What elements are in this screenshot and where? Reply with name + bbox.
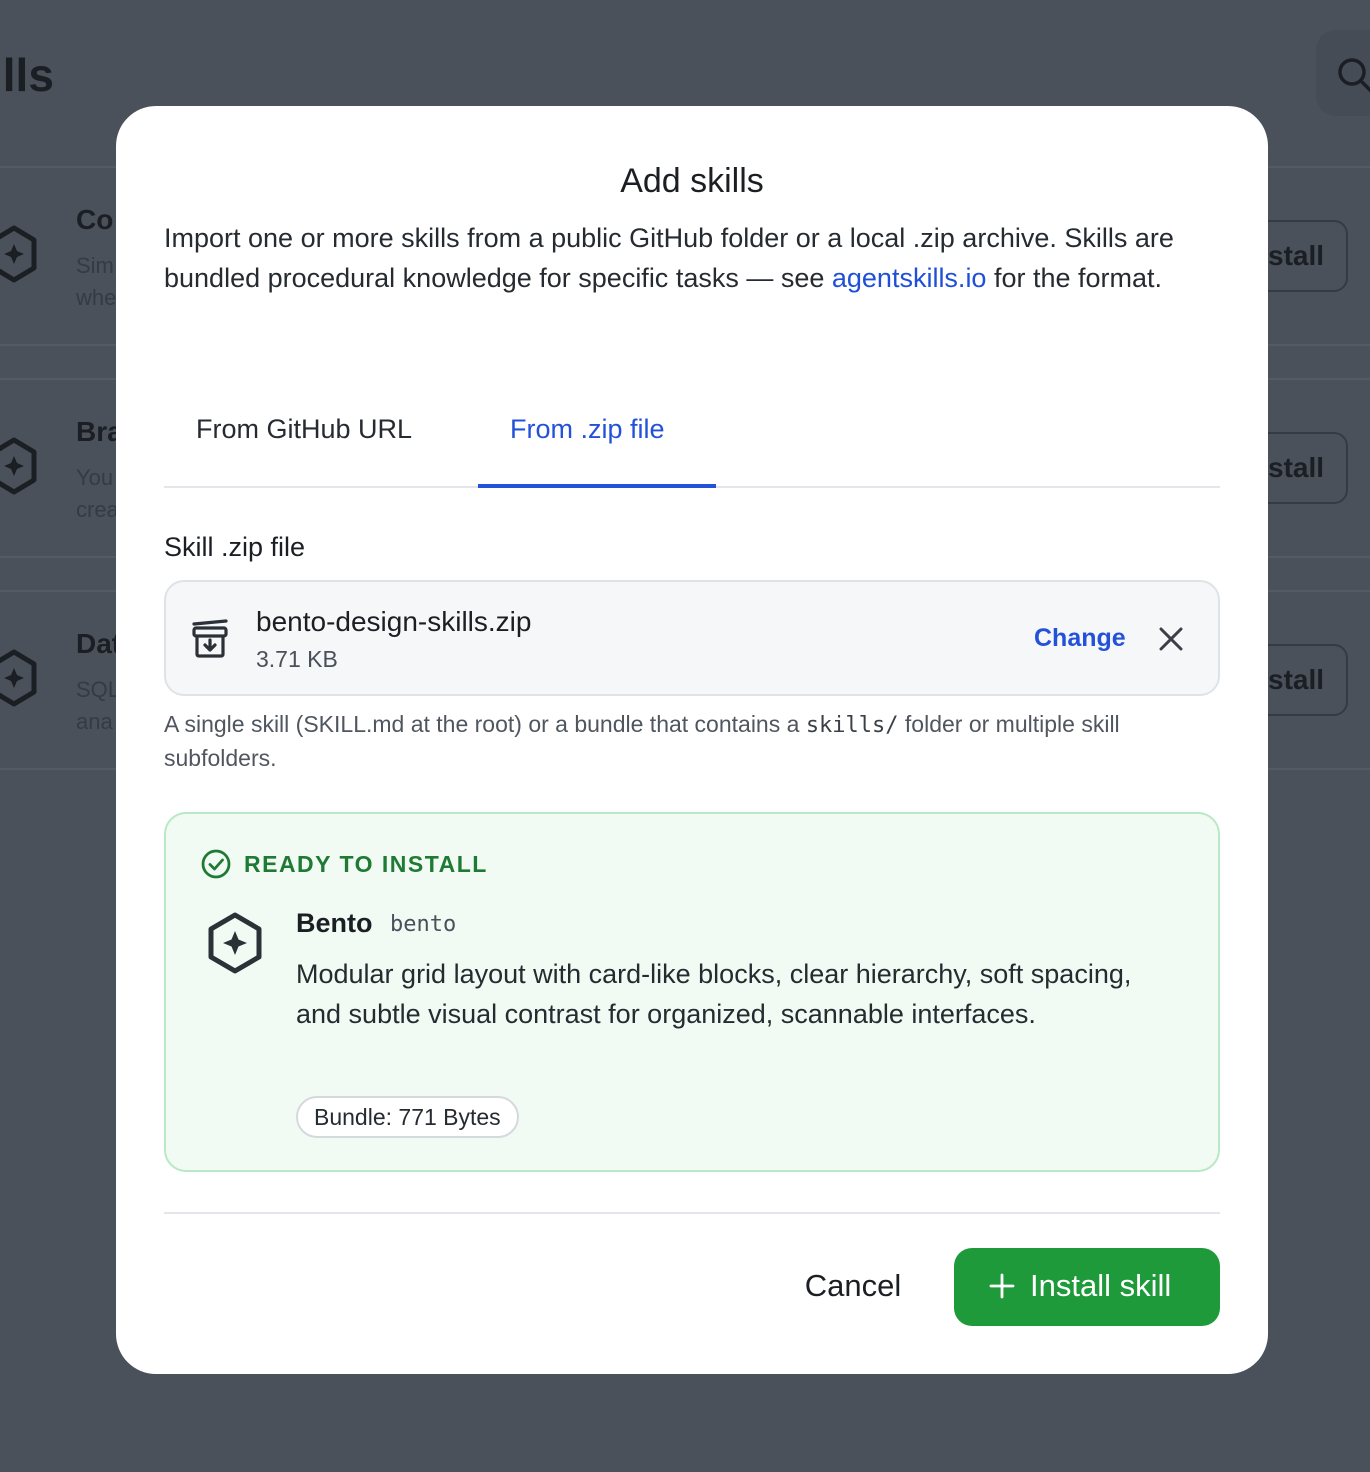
- skill-description: Modular grid layout with card-like block…: [296, 959, 1132, 1029]
- dialog-description: Import one or more skills from a public …: [164, 223, 1174, 293]
- source-tabs: From GitHub URL From .zip file: [164, 376, 1220, 488]
- selected-file-card: bento-design-skills.zip 3.71 KB Change: [164, 580, 1220, 696]
- background-skill-desc: crea: [76, 497, 119, 522]
- search-icon: [1338, 58, 1370, 93]
- zip-field-label: Skill .zip file: [164, 532, 306, 562]
- archive-download-icon: [192, 619, 228, 658]
- footer-divider: [164, 1212, 1220, 1214]
- background-search-button: [1316, 30, 1370, 116]
- hexagon-sparkle-icon: [0, 649, 37, 707]
- background-page-title: ills: [0, 49, 54, 101]
- file-name: bento-design-skills.zip: [256, 606, 532, 637]
- change-file-button[interactable]: Change: [1034, 624, 1126, 653]
- tab-github-url[interactable]: From GitHub URL: [196, 414, 412, 445]
- active-tab-indicator: [478, 484, 716, 488]
- agentskills-link[interactable]: agentskills.io: [832, 263, 987, 293]
- ready-to-install-panel: READY TO INSTALL Bento bento Modular gri…: [164, 812, 1220, 1172]
- install-skill-button[interactable]: Install skill: [954, 1248, 1220, 1326]
- skill-slug: bento: [390, 912, 457, 937]
- file-size: 3.71 KB: [256, 646, 338, 672]
- check-circle-icon: [201, 849, 231, 879]
- background-skill-desc: SQL: [76, 677, 121, 702]
- background-skill-name: Co: [76, 204, 114, 235]
- cancel-button[interactable]: Cancel: [780, 1248, 926, 1324]
- tab-zip-file[interactable]: From .zip file: [510, 414, 665, 445]
- dialog-title: Add skills: [620, 162, 764, 200]
- close-icon[interactable]: [1156, 624, 1186, 654]
- plus-icon: [989, 1273, 1015, 1299]
- zip-field-hint: A single skill (SKILL.md at the root) or…: [164, 711, 1120, 771]
- background-skill-desc: You: [76, 465, 114, 490]
- install-skill-label: Install skill: [1030, 1268, 1172, 1303]
- background-skill-desc: ana: [76, 709, 113, 734]
- bundle-size-badge: Bundle: 771 Bytes: [296, 1096, 519, 1138]
- background-skill-name: Dat: [76, 628, 122, 659]
- hexagon-sparkle-icon: [208, 912, 262, 974]
- background-skill-desc: whe: [76, 285, 117, 310]
- hexagon-sparkle-icon: [0, 225, 37, 283]
- add-skills-dialog: Add skills Import one or more skills fro…: [116, 106, 1268, 1374]
- ready-status-label: READY TO INSTALL: [244, 851, 488, 877]
- skill-name: Bento: [296, 908, 373, 938]
- background-skill-desc: Sim: [76, 253, 114, 278]
- hexagon-sparkle-icon: [0, 437, 37, 495]
